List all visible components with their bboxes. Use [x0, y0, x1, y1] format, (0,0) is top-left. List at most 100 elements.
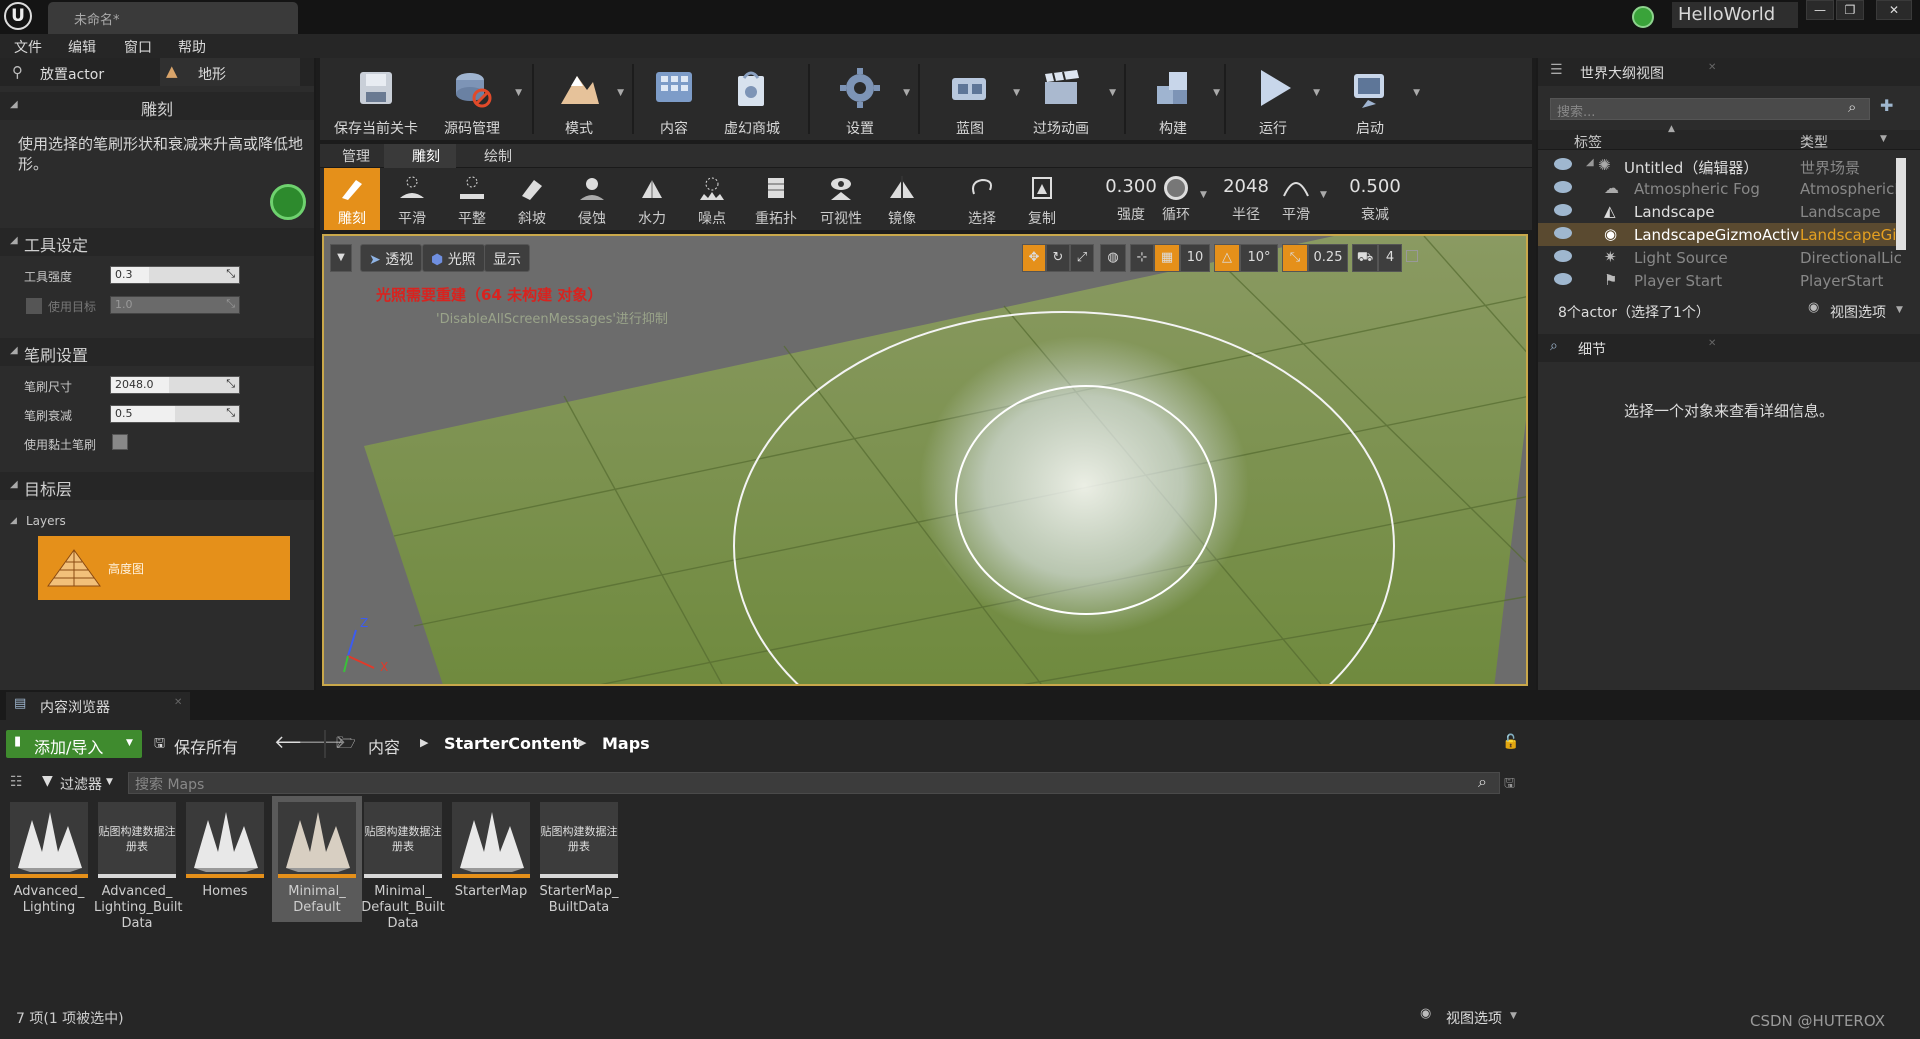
tool-sculpt[interactable]: 雕刻 — [324, 168, 380, 230]
brush-falloff-value[interactable]: 0.500 — [1340, 176, 1410, 197]
dropdown-arrow-icon[interactable]: ▼ — [1200, 190, 1207, 200]
tool-flatten[interactable]: 平整 — [444, 168, 500, 230]
brush-loop-icon[interactable] — [1164, 176, 1188, 200]
settings-button[interactable]: 设置 ▼ — [820, 58, 910, 140]
visibility-eye-icon[interactable] — [1554, 204, 1572, 216]
dropdown-arrow-icon[interactable]: ▼ — [1880, 134, 1887, 144]
content-view-options[interactable]: 视图选项 — [1446, 1008, 1502, 1028]
outliner-title[interactable]: 世界大纲视图 — [1580, 63, 1664, 83]
scale-snap-icon[interactable]: ⤡ — [1282, 244, 1308, 272]
close-button[interactable]: ✕ — [1876, 0, 1912, 20]
grid-snap-value[interactable]: 10 — [1180, 244, 1210, 272]
menu-window[interactable]: 窗口 — [124, 37, 152, 57]
outliner-scrollbar[interactable] — [1896, 158, 1906, 250]
perspective-button[interactable]: ➤ 透视 — [360, 244, 423, 272]
sources-toggle-icon[interactable]: ☷ — [10, 774, 23, 790]
visibility-eye-icon[interactable] — [1554, 181, 1572, 193]
rotation-snap-value[interactable]: 10° — [1240, 244, 1278, 272]
cinematics-button[interactable]: 过场动画 ▼ — [1016, 58, 1116, 140]
visibility-eye-icon[interactable] — [1554, 273, 1572, 285]
scale-tool-icon[interactable]: ⤢ — [1070, 244, 1094, 272]
marketplace-button[interactable]: 虚幻商城 — [712, 58, 792, 140]
tool-smooth[interactable]: 平滑 — [384, 168, 440, 230]
asset-tile[interactable]: 贴图构建数据注册表 Minimal_ Default_Built Data — [360, 802, 446, 932]
tab-place-actor[interactable]: 放置actor — [40, 64, 104, 84]
sculpt-section-header[interactable]: ◢ 雕刻 — [0, 92, 314, 120]
brush-falloff-smooth-icon[interactable] — [1282, 176, 1310, 200]
target-layers-header[interactable]: ◢ 目标层 — [0, 472, 314, 500]
lit-mode-button[interactable]: ⬢ 光照 — [422, 244, 485, 272]
source-control-button[interactable]: 源码管理 ▼ — [432, 58, 522, 140]
outliner-row-selected[interactable]: ◉ LandscapeGizmoActiveA LandscapeGi — [1538, 223, 1898, 246]
outliner-row[interactable]: ✷ Light Source DirectionalLic — [1538, 246, 1902, 269]
outliner-row[interactable]: ⚑ Player Start PlayerStart — [1538, 269, 1898, 292]
asset-tile[interactable]: Homes — [182, 802, 268, 900]
brush-falloff-field[interactable]: 0.5 ⤡ — [110, 405, 240, 423]
tool-visibility[interactable]: 可视性 — [810, 168, 872, 230]
tool-hydro[interactable]: 水力 — [624, 168, 680, 230]
lock-icon[interactable]: 🔓 — [1502, 734, 1519, 750]
visibility-eye-icon[interactable] — [1554, 227, 1572, 239]
close-tab-icon[interactable]: ✕ — [1708, 338, 1716, 349]
camera-speed-icon[interactable]: ⛟ — [1352, 244, 1378, 272]
use-target-checkbox[interactable] — [26, 298, 42, 314]
add-filter-icon[interactable]: ✚ — [1880, 96, 1893, 115]
clay-brush-checkbox[interactable] — [112, 434, 128, 450]
camera-speed-value[interactable]: 4 — [1378, 244, 1402, 272]
brush-strength-value[interactable]: 0.300 — [1096, 176, 1166, 197]
close-tab-icon[interactable]: ✕ — [174, 697, 182, 708]
tool-settings-header[interactable]: ◢ 工具设定 — [0, 228, 314, 256]
rotate-tool-icon[interactable]: ↻ — [1046, 244, 1070, 272]
blueprints-button[interactable]: 蓝图 ▼ — [930, 58, 1020, 140]
content-search-input[interactable]: 搜索 Maps — [128, 772, 1500, 794]
tab-landscape-bg[interactable]: ▲ 地形 — [160, 58, 300, 86]
tool-select[interactable]: 选择 — [954, 168, 1010, 230]
brush-size-field[interactable]: 2048.0 ⤡ — [110, 376, 240, 394]
breadcrumb-maps[interactable]: Maps — [602, 734, 650, 753]
world-space-icon[interactable]: ◍ — [1100, 244, 1126, 272]
outliner-row[interactable]: ☁ Atmospheric Fog AtmosphericF — [1538, 177, 1903, 200]
asset-tile-selected[interactable]: Minimal_ Default — [272, 796, 362, 922]
brush-settings-header[interactable]: ◢ 笔刷设置 — [0, 338, 314, 366]
tab-paint[interactable]: 绘制 — [484, 146, 512, 166]
content-button[interactable]: 内容 — [644, 58, 704, 140]
asset-tile[interactable]: 贴图构建数据注册表 StarterMap_ BuiltData — [536, 802, 622, 916]
brush-radius-value[interactable]: 2048 — [1216, 176, 1276, 197]
tool-retopologize[interactable]: 重拓扑 — [744, 168, 808, 230]
maximize-viewport-icon[interactable] — [1406, 250, 1418, 262]
asset-tile[interactable]: StarterMap — [448, 802, 534, 900]
tool-noise[interactable]: 噪点 — [684, 168, 740, 230]
play-button[interactable]: 运行 ▼ — [1236, 58, 1320, 140]
launch-button[interactable]: 启动 ▼ — [1330, 58, 1420, 140]
save-search-icon[interactable]: 🖫 — [1504, 774, 1515, 796]
menu-help[interactable]: 帮助 — [178, 37, 206, 57]
translate-tool-icon[interactable]: ✥ — [1022, 244, 1046, 272]
breadcrumb-content[interactable]: 内容 — [368, 734, 400, 758]
search-icon[interactable]: ⌕ — [1478, 772, 1487, 792]
filters-button[interactable]: ▼ 过滤器 ▼ — [40, 772, 120, 794]
rotation-snap-icon[interactable]: △ — [1214, 244, 1240, 272]
grid-snap-icon[interactable]: ▦ — [1154, 244, 1180, 272]
breadcrumb-arrow-icon[interactable]: ▶ — [420, 736, 428, 749]
menu-file[interactable]: 文件 — [14, 37, 42, 57]
column-type[interactable]: 类型 — [1800, 132, 1828, 152]
surface-snap-icon[interactable]: ⊹ — [1130, 244, 1154, 272]
breadcrumb-arrow-icon[interactable]: ▶ — [578, 736, 586, 749]
add-import-button[interactable]: ▮ 添加/导入 ▼ — [6, 730, 142, 758]
expand-arrow-icon[interactable]: ◢ — [1586, 157, 1594, 168]
viewport-options-dropdown[interactable]: ▼ — [330, 244, 352, 272]
column-label[interactable]: 标签 — [1574, 132, 1602, 152]
build-button[interactable]: 构建 ▼ — [1136, 58, 1220, 140]
visibility-eye-icon[interactable] — [1554, 158, 1572, 170]
breadcrumb-startercontent[interactable]: StarterContent — [444, 734, 580, 753]
details-title[interactable]: 细节 — [1578, 339, 1606, 359]
search-icon[interactable]: ⌕ — [1848, 98, 1856, 116]
tool-erosion[interactable]: 侵蚀 — [564, 168, 620, 230]
scale-snap-value[interactable]: 0.25 — [1308, 244, 1348, 272]
content-browser-tab[interactable]: ▤ 内容浏览器 ✕ — [6, 692, 190, 720]
tool-mirror[interactable]: 镜像 — [874, 168, 930, 230]
tool-strength-field[interactable]: 0.3 ⤡ — [110, 266, 240, 284]
asset-tile[interactable]: Advanced_ Lighting — [6, 802, 92, 916]
dropdown-arrow-icon[interactable]: ▼ — [1510, 1011, 1517, 1021]
save-all-button[interactable]: 🖫 保存所有 — [152, 730, 260, 758]
